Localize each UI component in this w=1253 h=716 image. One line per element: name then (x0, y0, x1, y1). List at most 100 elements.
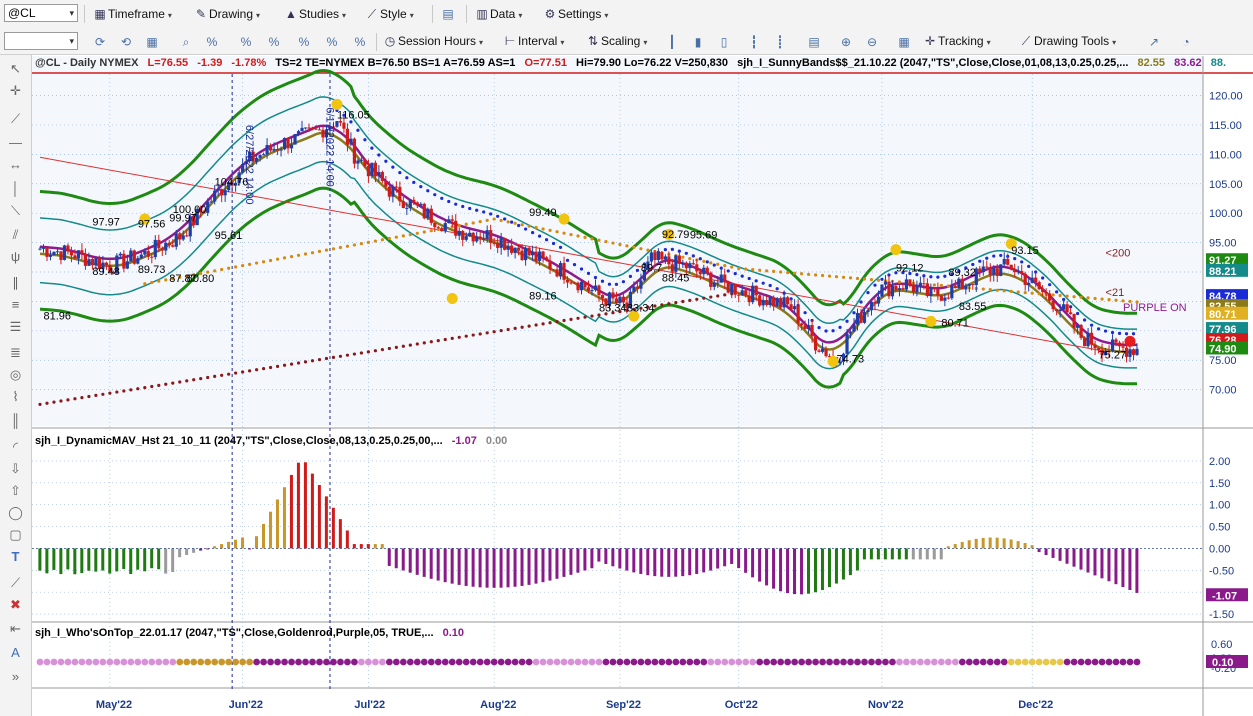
trend-dot (791, 658, 799, 666)
candle-body (548, 260, 552, 270)
histogram-bar (429, 548, 433, 579)
histogram-bar (751, 548, 755, 578)
blue-dot (733, 272, 737, 276)
trend-dot (155, 658, 163, 666)
trend-dot (211, 658, 219, 666)
ma200-dot (660, 303, 664, 307)
ma200-dot (485, 331, 489, 335)
gridlines (32, 56, 1253, 716)
orange-dot (296, 253, 301, 257)
orange-dot (261, 260, 266, 264)
trend-dot (232, 658, 240, 666)
candle-body (635, 286, 640, 289)
candle-body (80, 250, 84, 254)
histogram-bar (94, 548, 98, 572)
histogram-bar (268, 511, 272, 549)
candle-body (1082, 337, 1087, 347)
candle-body (384, 180, 388, 187)
trend-dot (1105, 658, 1113, 666)
ma200-dot (164, 382, 168, 386)
histogram-bar (869, 548, 873, 560)
price-annotation: 88.45 (662, 272, 690, 284)
candle-body (1041, 289, 1045, 293)
candle-body (1034, 277, 1038, 283)
orange-dot (352, 243, 357, 247)
trend-dot (574, 658, 582, 666)
candle-body (380, 172, 384, 181)
candle-body (209, 201, 213, 203)
candle-body (503, 237, 507, 250)
histogram-bar (988, 537, 992, 549)
orange-dot (373, 239, 377, 243)
blue-dot (426, 189, 430, 193)
price-panel-bg (32, 56, 1203, 426)
candle-body (436, 227, 440, 229)
orange-dot (841, 275, 846, 279)
price-annotation: 92.79 (662, 229, 690, 241)
histogram-bar (1058, 548, 1062, 561)
orange-dot (946, 284, 950, 288)
histogram-bar (422, 548, 426, 577)
trend-dot (840, 658, 847, 666)
trend-dot (99, 658, 107, 666)
histogram-bar (827, 548, 831, 588)
candle-body (691, 263, 695, 265)
x-tick-label: Jun'22 (229, 699, 263, 711)
candle-body (94, 258, 98, 266)
orange-dot (793, 271, 797, 275)
trend-dot (693, 658, 701, 666)
hist-tick-label: 1.50 (1209, 478, 1230, 490)
price-annotation: 6/27/2022 14:00 (243, 125, 255, 205)
ma200-dot (436, 339, 440, 343)
candle-body (171, 245, 175, 247)
blue-dot (1020, 260, 1024, 264)
price-annotation: PURPLE ON (1123, 302, 1187, 314)
candle-body (712, 282, 716, 287)
price-annotation: 80.71 (941, 318, 969, 330)
candle-body (698, 271, 702, 275)
trend-dot (413, 658, 421, 666)
candle-body (181, 235, 185, 240)
histogram-bar (758, 548, 762, 582)
candle-body (1002, 258, 1006, 265)
histogram-bar (289, 474, 293, 549)
candle-body (670, 264, 674, 272)
histogram-bar (338, 519, 342, 549)
dots-badge-text: 0.10 (1212, 657, 1233, 669)
orange-dot (555, 230, 559, 234)
swing-marker (558, 213, 570, 225)
histogram-bar (59, 548, 63, 575)
trend-dot (351, 658, 358, 666)
candle-body (136, 258, 140, 264)
histogram-bar (793, 548, 797, 595)
candle-body (363, 159, 367, 167)
blue-dot (726, 269, 730, 273)
orange-dot (157, 279, 161, 283)
blue-dot (1082, 318, 1087, 322)
blue-dot (412, 180, 416, 184)
ma200-dot (422, 341, 426, 345)
orange-dot (820, 273, 825, 278)
orange-dot (324, 248, 329, 252)
price-annotation: <200 (1106, 248, 1131, 260)
trend-dot (854, 658, 861, 666)
trend-dot (330, 658, 337, 666)
candle-body (1006, 258, 1010, 265)
histogram-bar (541, 548, 545, 583)
trend-dot (85, 658, 93, 666)
x-tick-label: Oct'22 (725, 699, 758, 711)
orange-dot (499, 218, 503, 223)
trend-dot (92, 658, 100, 666)
blue-dot (1103, 329, 1108, 333)
histogram-bar (660, 548, 664, 577)
orange-dot (289, 254, 294, 259)
price-annotation: 75.27 (1099, 349, 1127, 361)
blue-dot (510, 220, 514, 224)
histogram-bar (1051, 548, 1055, 558)
trend-dot (749, 658, 757, 666)
blue-dot (1117, 331, 1122, 335)
trend-dot (57, 658, 65, 666)
ma200-dot (324, 356, 329, 361)
trend-dot (1133, 658, 1141, 666)
candle-body (310, 127, 315, 129)
